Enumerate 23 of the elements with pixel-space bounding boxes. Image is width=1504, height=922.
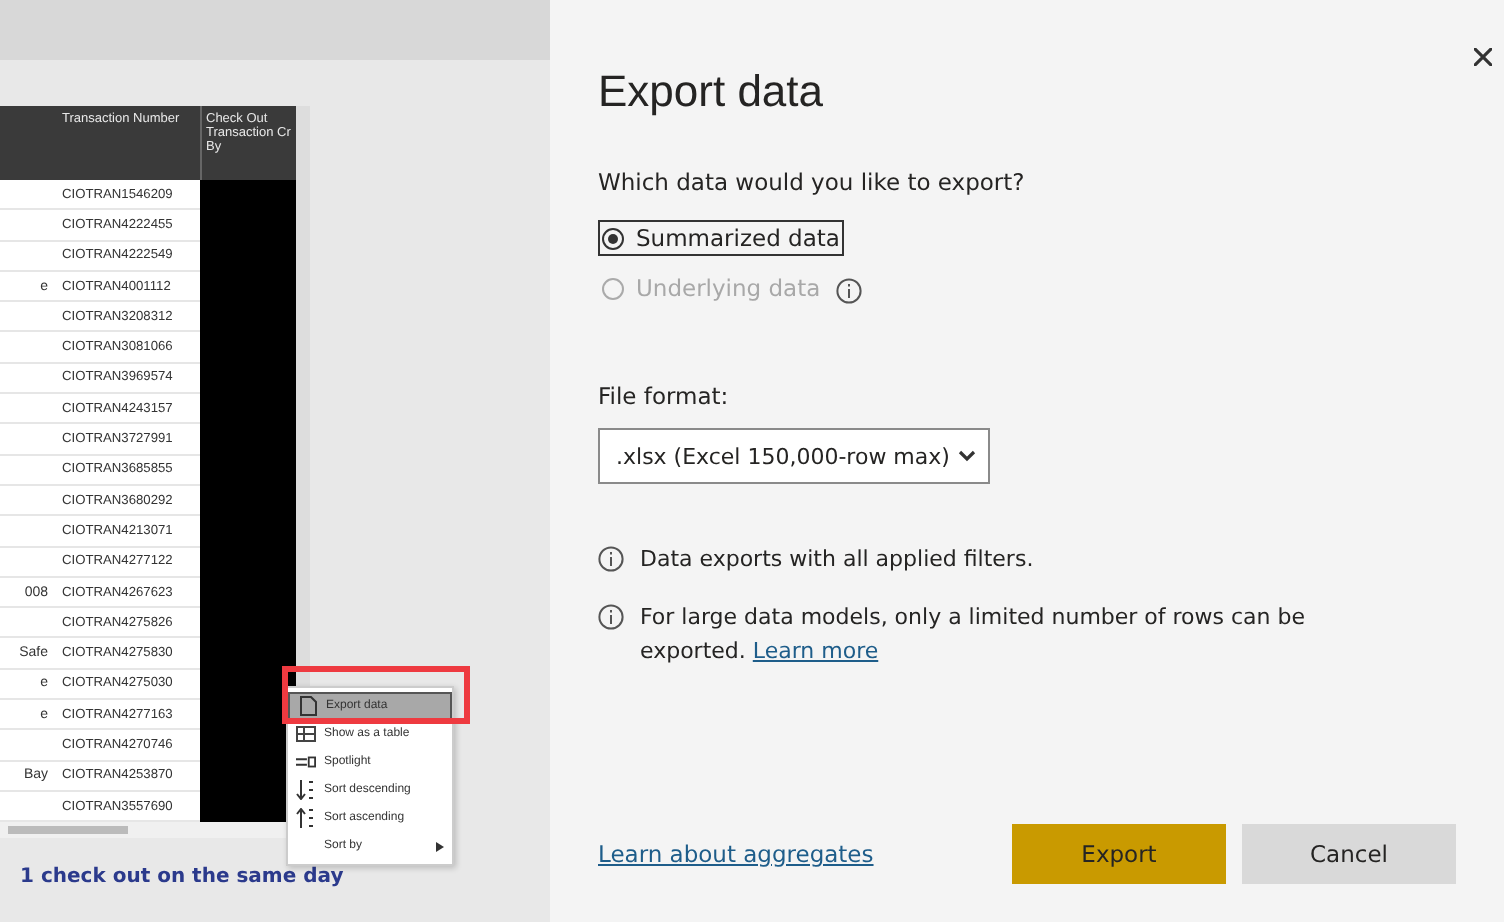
sort-ascending-icon bbox=[296, 808, 316, 828]
aggregates-link[interactable]: Learn about aggregates bbox=[598, 840, 874, 868]
format-dropdown[interactable]: .xlsx (Excel 150,000-row max) bbox=[598, 428, 990, 484]
info-note: For large data models, only a limited number of rows can be exported. Learn more bbox=[640, 602, 1308, 668]
learn-more-link[interactable]: Learn more bbox=[752, 638, 879, 664]
submenu-arrow-icon bbox=[436, 841, 444, 851]
document-icon bbox=[298, 696, 318, 716]
close-icon bbox=[1474, 48, 1492, 66]
scrollbar-thumb[interactable] bbox=[8, 826, 128, 835]
chevron-down-icon bbox=[958, 450, 976, 462]
info-note: Data exports with all applied filters. bbox=[640, 544, 1034, 576]
dialog-title: Export data bbox=[598, 66, 826, 118]
cancel-button[interactable]: Cancel bbox=[1242, 824, 1456, 884]
question-text: Which data would you like to export? bbox=[598, 168, 1027, 196]
table-icon bbox=[296, 726, 316, 742]
field-label: File format: bbox=[598, 382, 731, 410]
spotlight-icon bbox=[296, 756, 316, 768]
radio-option[interactable]: Summarized data bbox=[598, 220, 844, 256]
export-button[interactable]: Export bbox=[1012, 824, 1226, 884]
info-icon bbox=[598, 604, 624, 630]
info-icon bbox=[598, 546, 624, 572]
sort-descending-icon bbox=[296, 780, 316, 800]
visual-footer: 1 check out on the same day bbox=[20, 866, 550, 889]
